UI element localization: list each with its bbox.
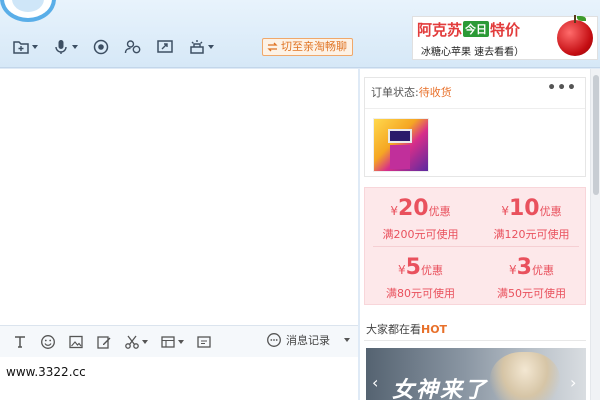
ad-subline: 冰糖心苹果 速去看看） <box>421 47 525 58</box>
promo-image <box>490 352 560 400</box>
screenshot-cut-button[interactable] <box>124 334 148 350</box>
coupon-3[interactable]: ¥3优惠 满50元可使用 <box>476 247 587 305</box>
chevron-down-icon <box>178 339 184 344</box>
ad-headline: 阿克苏 今日 特价 <box>417 21 521 39</box>
more-icon[interactable]: ••• <box>547 80 577 96</box>
camera-icon <box>93 39 109 55</box>
switch-chat-button[interactable]: 切至亲淘畅聊 <box>262 38 353 56</box>
history-icon <box>267 333 281 347</box>
contacts-icon <box>124 40 141 54</box>
file-transfer-button[interactable] <box>10 36 40 58</box>
right-scrollbar[interactable] <box>590 69 600 400</box>
switch-chat-label: 切至亲淘畅聊 <box>281 40 347 53</box>
edit-icon <box>97 335 111 349</box>
coupon-condition: 满80元可使用 <box>386 287 455 300</box>
remote-assist-icon <box>190 40 204 54</box>
divider <box>364 340 586 341</box>
promo-banner[interactable]: ‹ 女神来了 › <box>366 348 586 400</box>
message-history-button[interactable]: 消息记录 <box>266 332 350 348</box>
right-sidebar: 订单状态:待收货 ••• ¥20优惠 满200元可使用 ¥10优惠 满120元可… <box>360 69 600 400</box>
message-history[interactable] <box>0 69 358 325</box>
chevron-down-icon <box>32 45 38 49</box>
window-button[interactable] <box>196 334 212 350</box>
emoji-button[interactable] <box>40 334 56 350</box>
chat-toolbar <box>10 36 216 58</box>
image-icon <box>69 335 83 348</box>
chevron-down-icon <box>72 45 78 49</box>
trending-title: 大家都在看HOT <box>366 323 448 336</box>
order-status-value: 待收货 <box>418 86 452 99</box>
promo-text: 女神来了 <box>392 378 489 400</box>
screenshot-icon <box>161 335 175 348</box>
chevron-down-icon <box>142 339 148 344</box>
folder-icon <box>13 41 29 54</box>
share-screen-icon <box>157 40 173 53</box>
coupon-condition: 满120元可使用 <box>493 228 570 241</box>
voice-button[interactable] <box>50 36 80 58</box>
window-icon <box>197 335 211 348</box>
avatar[interactable] <box>0 0 56 22</box>
message-input[interactable]: www.3322.cc <box>0 357 358 400</box>
ad-tag: 今日 <box>463 21 490 37</box>
hot-badge: HOT <box>421 323 448 336</box>
chat-header: 切至亲淘畅聊 阿克苏 今日 特价 冰糖心苹果 速去看看） <box>0 0 600 68</box>
message-input-text[interactable]: www.3322.cc <box>6 365 86 379</box>
scissors-icon <box>125 335 139 349</box>
order-status: 订单状态:待收货 <box>371 84 452 100</box>
chevron-down-icon[interactable] <box>344 338 350 342</box>
remote-assist-button[interactable] <box>186 36 216 58</box>
video-button[interactable] <box>90 36 112 58</box>
microphone-icon <box>55 40 67 54</box>
contacts-button[interactable] <box>122 36 144 58</box>
order-status-label: 订单状态: <box>371 86 419 99</box>
scrollbar-thumb[interactable] <box>593 75 599 195</box>
coupon-10[interactable]: ¥10优惠 满120元可使用 <box>476 188 587 246</box>
share-screen-button[interactable] <box>154 36 176 58</box>
edit-button[interactable] <box>96 334 112 350</box>
divider <box>365 108 585 109</box>
coupon-5[interactable]: ¥5优惠 满80元可使用 <box>365 247 476 305</box>
chevron-left-icon[interactable]: ‹ <box>372 375 382 391</box>
emoji-icon <box>41 334 55 349</box>
chevron-down-icon <box>208 45 214 49</box>
font-button[interactable] <box>12 334 28 350</box>
apple-image <box>557 15 593 56</box>
screenshot-button[interactable] <box>160 334 184 350</box>
order-card[interactable]: 订单状态:待收货 ••• <box>364 77 586 177</box>
image-button[interactable] <box>68 334 84 350</box>
coupon-condition: 满200元可使用 <box>382 228 459 241</box>
switch-icon <box>267 42 278 52</box>
input-toolbar: 消息记录 <box>0 325 358 357</box>
coupon-20[interactable]: ¥20优惠 满200元可使用 <box>365 188 476 246</box>
coupon-panel: ¥20优惠 满200元可使用 ¥10优惠 满120元可使用 ¥5优惠 满80元可… <box>364 187 586 305</box>
font-icon <box>15 335 25 348</box>
ad-banner[interactable]: 阿克苏 今日 特价 冰糖心苹果 速去看看） <box>412 15 598 60</box>
chevron-right-icon[interactable]: › <box>570 375 580 391</box>
product-thumbnail[interactable] <box>373 118 429 172</box>
message-history-label: 消息记录 <box>286 334 330 347</box>
coupon-condition: 满50元可使用 <box>497 287 566 300</box>
